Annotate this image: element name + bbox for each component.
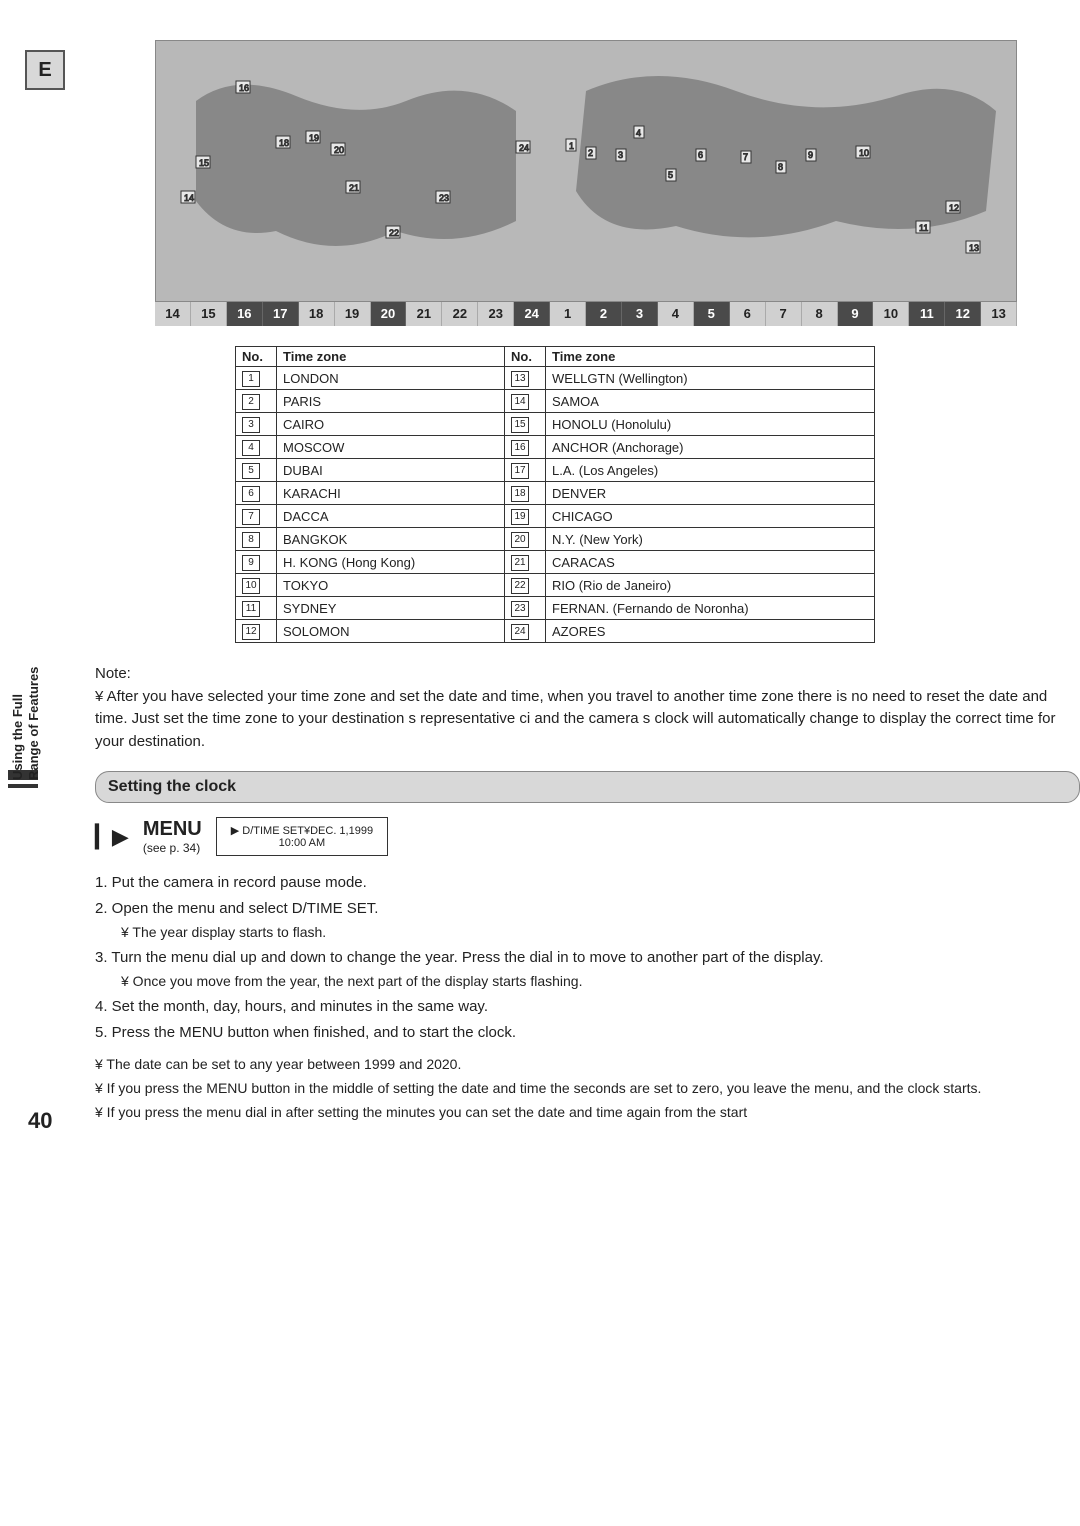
step-sub: ¥ Once you move from the year, the next … <box>121 970 1080 994</box>
table-header: Time zone <box>546 347 875 367</box>
svg-text:8: 8 <box>778 162 783 172</box>
svg-text:19: 19 <box>309 133 319 143</box>
time-strip-cell: 9 <box>838 302 874 326</box>
time-strip-cell: 12 <box>945 302 981 326</box>
time-strip-cell: 19 <box>335 302 371 326</box>
footnote: ¥ The date can be set to any year betwee… <box>95 1053 1080 1077</box>
lcd-line: ▶ D/TIME SET¥DEC. 1,1999 <box>231 824 373 837</box>
menu-reference: ▎▶ MENU (see p. 34) ▶ D/TIME SET¥DEC. 1,… <box>95 817 1080 856</box>
lcd-line: 10:00 AM <box>231 837 373 849</box>
footnote: ¥ If you press the MENU button in the mi… <box>95 1077 1080 1101</box>
menu-label: MENU <box>143 818 202 841</box>
svg-text:20: 20 <box>334 145 344 155</box>
table-row: 5DUBAI17L.A. (Los Angeles) <box>236 459 875 482</box>
footnotes: ¥ The date can be set to any year betwee… <box>95 1053 1080 1124</box>
time-strip-cell: 18 <box>299 302 335 326</box>
svg-text:7: 7 <box>743 152 748 162</box>
time-strip-cell: 14 <box>155 302 191 326</box>
menu-page-ref: (see p. 34) <box>143 841 202 855</box>
time-strip-cell: 3 <box>622 302 658 326</box>
svg-text:9: 9 <box>808 150 813 160</box>
timezone-table: No. Time zone No. Time zone 1LONDON13WEL… <box>235 346 875 643</box>
table-row: 12SOLOMON24AZORES <box>236 620 875 643</box>
time-strip-cell: 24 <box>514 302 550 326</box>
time-strip-cell: 8 <box>802 302 838 326</box>
svg-text:10: 10 <box>859 148 869 158</box>
side-decoration <box>8 784 38 788</box>
note-block: Note: ¥ After you have selected your tim… <box>95 663 1080 753</box>
time-strip-cell: 5 <box>694 302 730 326</box>
menu-pointer-icon: ▎▶ <box>95 824 129 850</box>
time-strip-cell: 20 <box>371 302 407 326</box>
time-zone-strip: 141516171819202122232412345678910111213 <box>155 302 1017 326</box>
time-strip-cell: 7 <box>766 302 802 326</box>
svg-text:3: 3 <box>618 150 623 160</box>
side-label-text: Range of Features <box>26 667 41 780</box>
table-row: 9H. KONG (Hong Kong)21CARACAS <box>236 551 875 574</box>
lcd-display: ▶ D/TIME SET¥DEC. 1,1999 10:00 AM <box>216 817 388 856</box>
step: 5. Press the MENU button when finished, … <box>95 1020 1080 1046</box>
table-row: 8BANGKOK20N.Y. (New York) <box>236 528 875 551</box>
time-strip-cell: 6 <box>730 302 766 326</box>
time-strip-cell: 2 <box>586 302 622 326</box>
table-row: 6KARACHI18DENVER <box>236 482 875 505</box>
table-header: No. <box>505 347 546 367</box>
time-strip-cell: 11 <box>909 302 945 326</box>
table-row: 11SYDNEY23FERNAN. (Fernando de Noronha) <box>236 597 875 620</box>
svg-text:15: 15 <box>199 158 209 168</box>
svg-text:22: 22 <box>389 228 399 238</box>
time-strip-cell: 17 <box>263 302 299 326</box>
svg-text:21: 21 <box>349 183 359 193</box>
world-map-figure: 16 18 19 20 15 14 21 22 23 24 1 2 3 4 5 … <box>155 40 1017 302</box>
time-strip-cell: 22 <box>442 302 478 326</box>
table-row: 4MOSCOW16ANCHOR (Anchorage) <box>236 436 875 459</box>
step-sub: ¥ The year display starts to flash. <box>121 921 1080 945</box>
instruction-list: 1. Put the camera in record pause mode. … <box>95 870 1080 1045</box>
section-heading: Setting the clock <box>95 771 1080 803</box>
step: 3. Turn the menu dial up and down to cha… <box>95 945 1080 971</box>
svg-text:4: 4 <box>636 128 641 138</box>
time-strip-cell: 1 <box>550 302 586 326</box>
table-row: 10TOKYO22RIO (Rio de Janeiro) <box>236 574 875 597</box>
table-row: 3CAIRO15HONOLU (Honolulu) <box>236 413 875 436</box>
time-strip-cell: 10 <box>873 302 909 326</box>
table-row: 1LONDON13WELLGTN (Wellington) <box>236 367 875 390</box>
table-header: Time zone <box>277 347 505 367</box>
time-strip-cell: 23 <box>478 302 514 326</box>
svg-text:16: 16 <box>239 83 249 93</box>
step: 2. Open the menu and select D/TIME SET. <box>95 896 1080 922</box>
time-strip-cell: 4 <box>658 302 694 326</box>
time-strip-cell: 21 <box>406 302 442 326</box>
svg-text:24: 24 <box>519 143 529 153</box>
step: 1. Put the camera in record pause mode. <box>95 870 1080 896</box>
table-row: 2PARIS14SAMOA <box>236 390 875 413</box>
footnote: ¥ If you press the menu dial in after se… <box>95 1101 1080 1125</box>
side-label-text: Using the Full <box>10 694 25 780</box>
svg-text:5: 5 <box>668 170 673 180</box>
time-strip-cell: 13 <box>981 302 1017 326</box>
svg-text:2: 2 <box>588 148 593 158</box>
svg-text:18: 18 <box>279 138 289 148</box>
svg-text:14: 14 <box>184 193 194 203</box>
svg-text:13: 13 <box>969 243 979 253</box>
section-tab: E <box>25 50 65 90</box>
svg-text:6: 6 <box>698 150 703 160</box>
table-row: 7DACCA19CHICAGO <box>236 505 875 528</box>
time-strip-cell: 16 <box>227 302 263 326</box>
note-heading: Note: <box>95 663 1080 686</box>
side-label: Using the Full Range of Features <box>10 667 41 780</box>
svg-text:23: 23 <box>439 193 449 203</box>
svg-text:12: 12 <box>949 203 959 213</box>
page-number: 40 <box>28 1108 52 1134</box>
table-header: No. <box>236 347 277 367</box>
note-text: ¥ After you have selected your time zone… <box>95 686 1080 754</box>
svg-text:1: 1 <box>569 141 574 151</box>
svg-text:11: 11 <box>919 223 928 233</box>
step: 4. Set the month, day, hours, and minute… <box>95 994 1080 1020</box>
time-strip-cell: 15 <box>191 302 227 326</box>
